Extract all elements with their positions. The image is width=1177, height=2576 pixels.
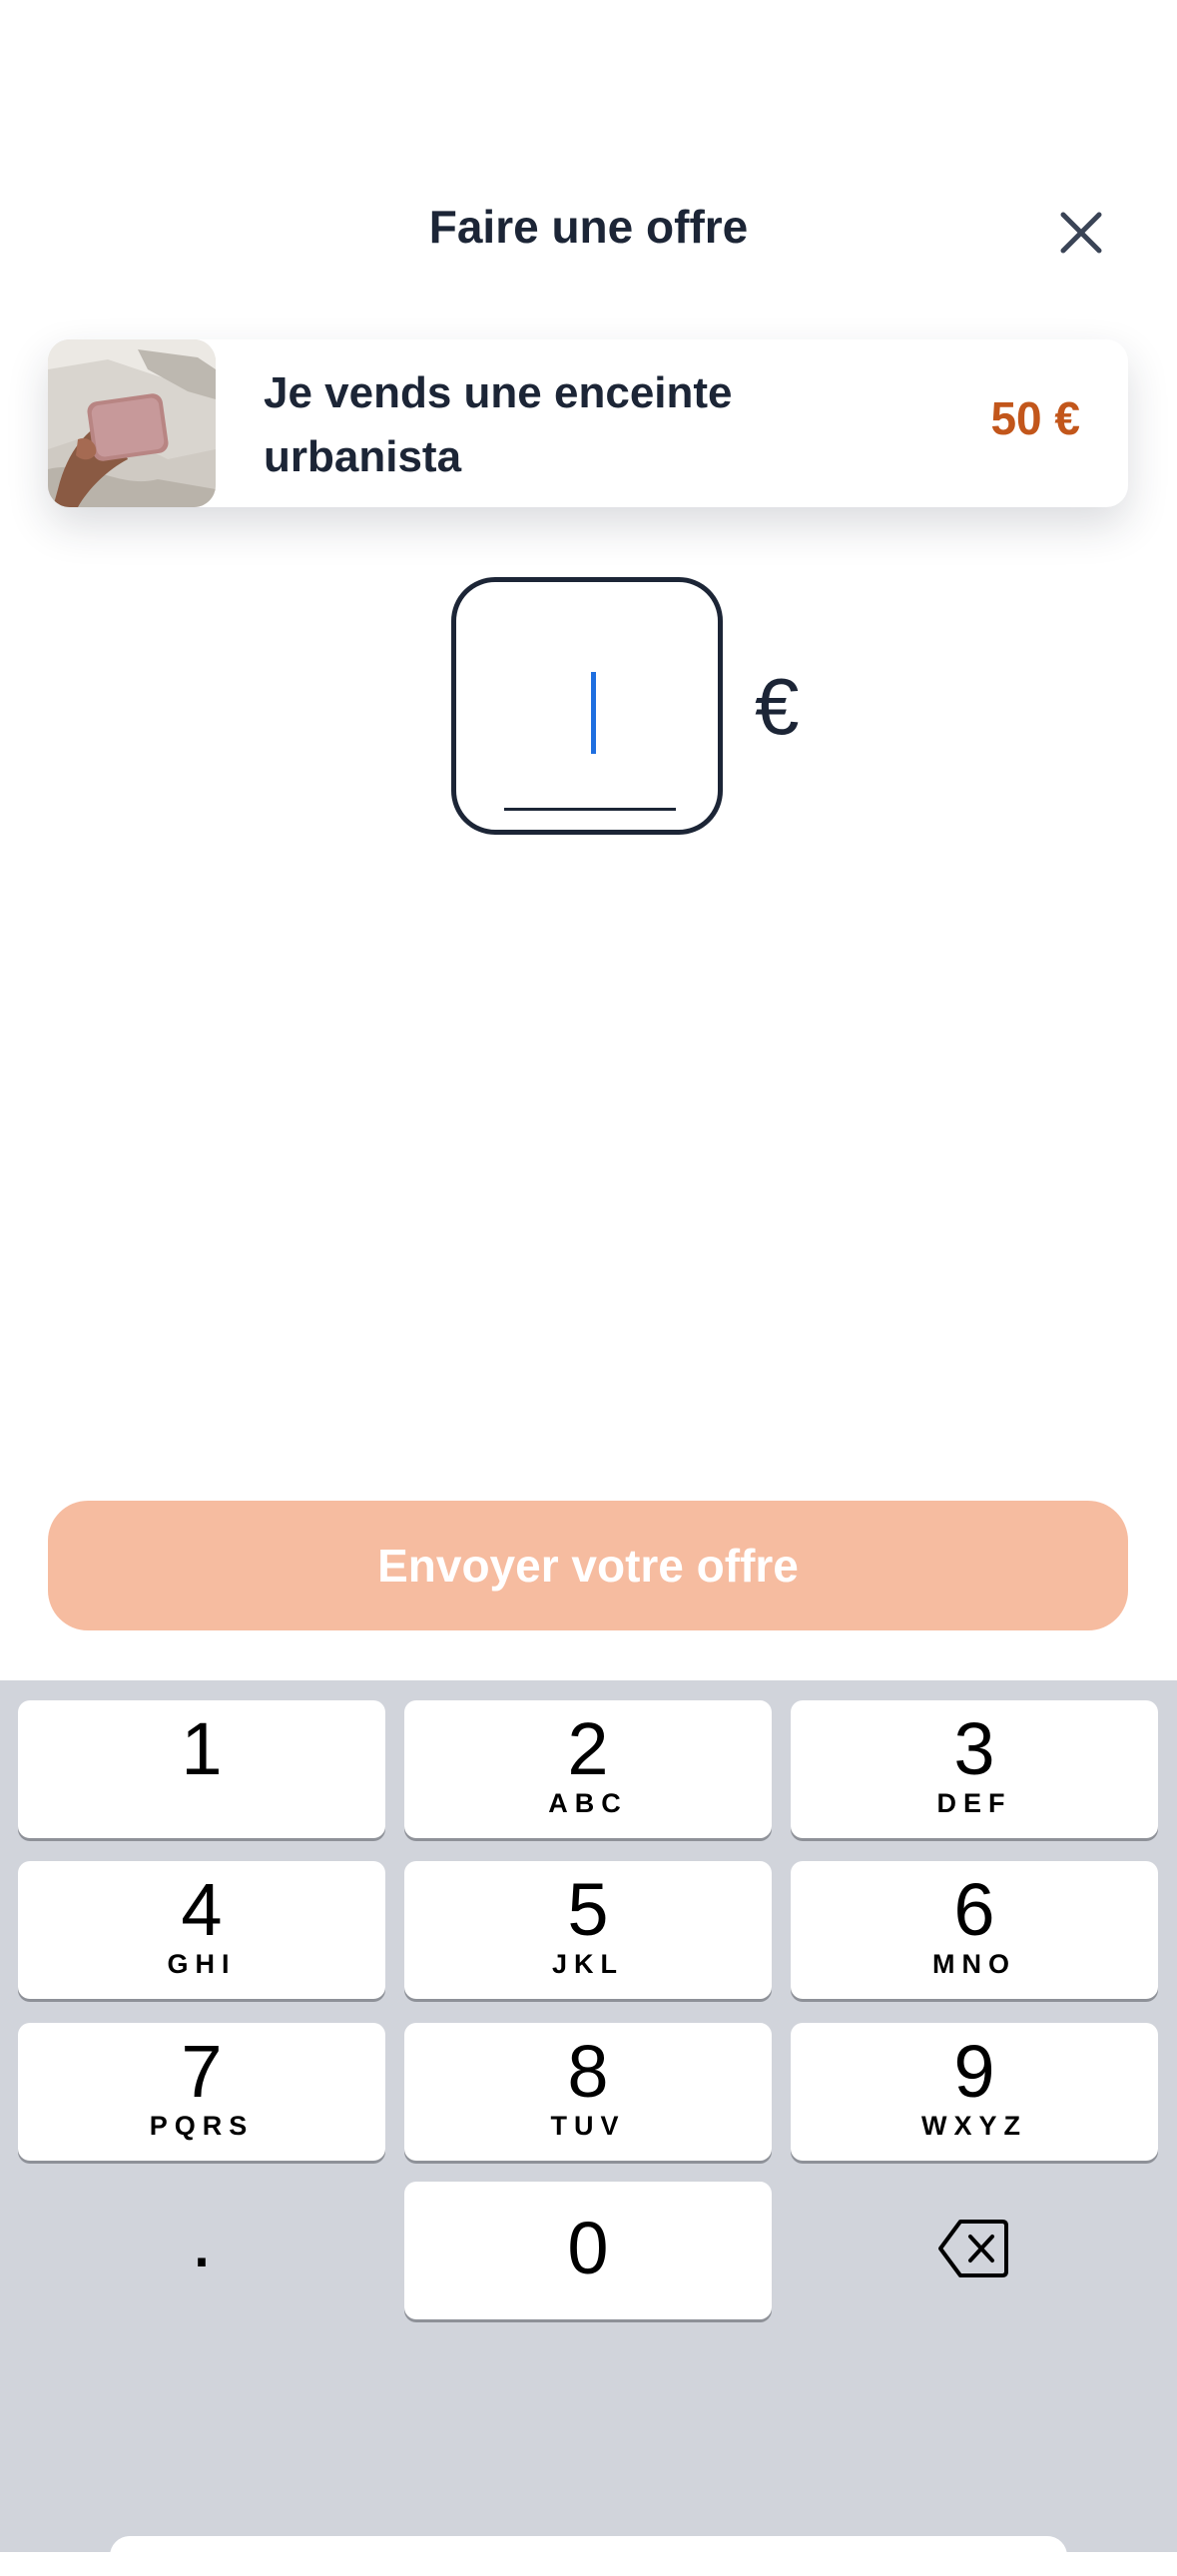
key-digit: 9 [953, 2030, 995, 2113]
key-decimal[interactable]: . [18, 2180, 385, 2317]
product-title: Je vends une enceinte urbanista [264, 368, 733, 481]
currency-symbol: € [755, 662, 800, 751]
key-digit: 2 [567, 1707, 609, 1790]
product-thumbnail [48, 339, 216, 507]
key-letters: DEF [936, 1788, 1012, 1818]
key-letters: MNO [932, 1949, 1016, 1979]
decimal-label: . [190, 2195, 214, 2283]
key-digit: 4 [181, 1868, 223, 1951]
key-5[interactable]: 5 JKL [404, 1861, 772, 1999]
key-7[interactable]: 7 PQRS [18, 2023, 385, 2161]
key-1[interactable]: 1 [18, 1700, 385, 1838]
key-letters: GHI [167, 1949, 237, 1979]
key-3[interactable]: 3 DEF [791, 1700, 1158, 1838]
home-indicator [110, 2536, 1067, 2576]
key-digit: 7 [181, 2030, 223, 2113]
key-letters: JKL [551, 1949, 624, 1979]
key-digit: 3 [953, 1707, 995, 1790]
key-letters: TUV [550, 2111, 626, 2141]
backspace-icon [938, 2220, 1008, 2277]
key-9[interactable]: 9 WXYZ [791, 2023, 1158, 2161]
product-price: 50 € [990, 392, 1080, 444]
key-letters: PQRS [149, 2111, 255, 2141]
key-digit: 1 [181, 1707, 223, 1790]
key-2[interactable]: 2 ABC [404, 1700, 772, 1838]
key-4[interactable]: 4 GHI [18, 1861, 385, 1999]
numeric-keypad: 1 2 ABC 3 DEF 4 GHI 5 JKL 6 MNO 7 PQRS 8… [0, 1680, 1177, 2552]
product-card: Je vends une enceinte urbanista 50 € [48, 339, 1128, 507]
close-icon [1060, 212, 1102, 254]
key-letters: ABC [548, 1788, 628, 1818]
offer-amount-input[interactable] [451, 577, 723, 835]
close-button[interactable] [1046, 198, 1116, 268]
key-8[interactable]: 8 TUV [404, 2023, 772, 2161]
key-letters: WXYZ [921, 2111, 1027, 2141]
key-6[interactable]: 6 MNO [791, 1861, 1158, 1999]
text-caret [591, 672, 596, 754]
modal-header: Faire une offre [0, 180, 1177, 280]
send-offer-button[interactable]: Envoyer votre offre [48, 1501, 1128, 1630]
key-digit: 6 [953, 1868, 995, 1951]
input-underline [504, 808, 676, 811]
backspace-key[interactable] [791, 2180, 1158, 2317]
key-0[interactable]: 0 [404, 2182, 772, 2319]
page-title: Faire une offre [428, 201, 749, 253]
key-digit: 5 [567, 1868, 609, 1951]
key-digit: 0 [567, 2207, 609, 2289]
key-digit: 8 [567, 2030, 609, 2113]
